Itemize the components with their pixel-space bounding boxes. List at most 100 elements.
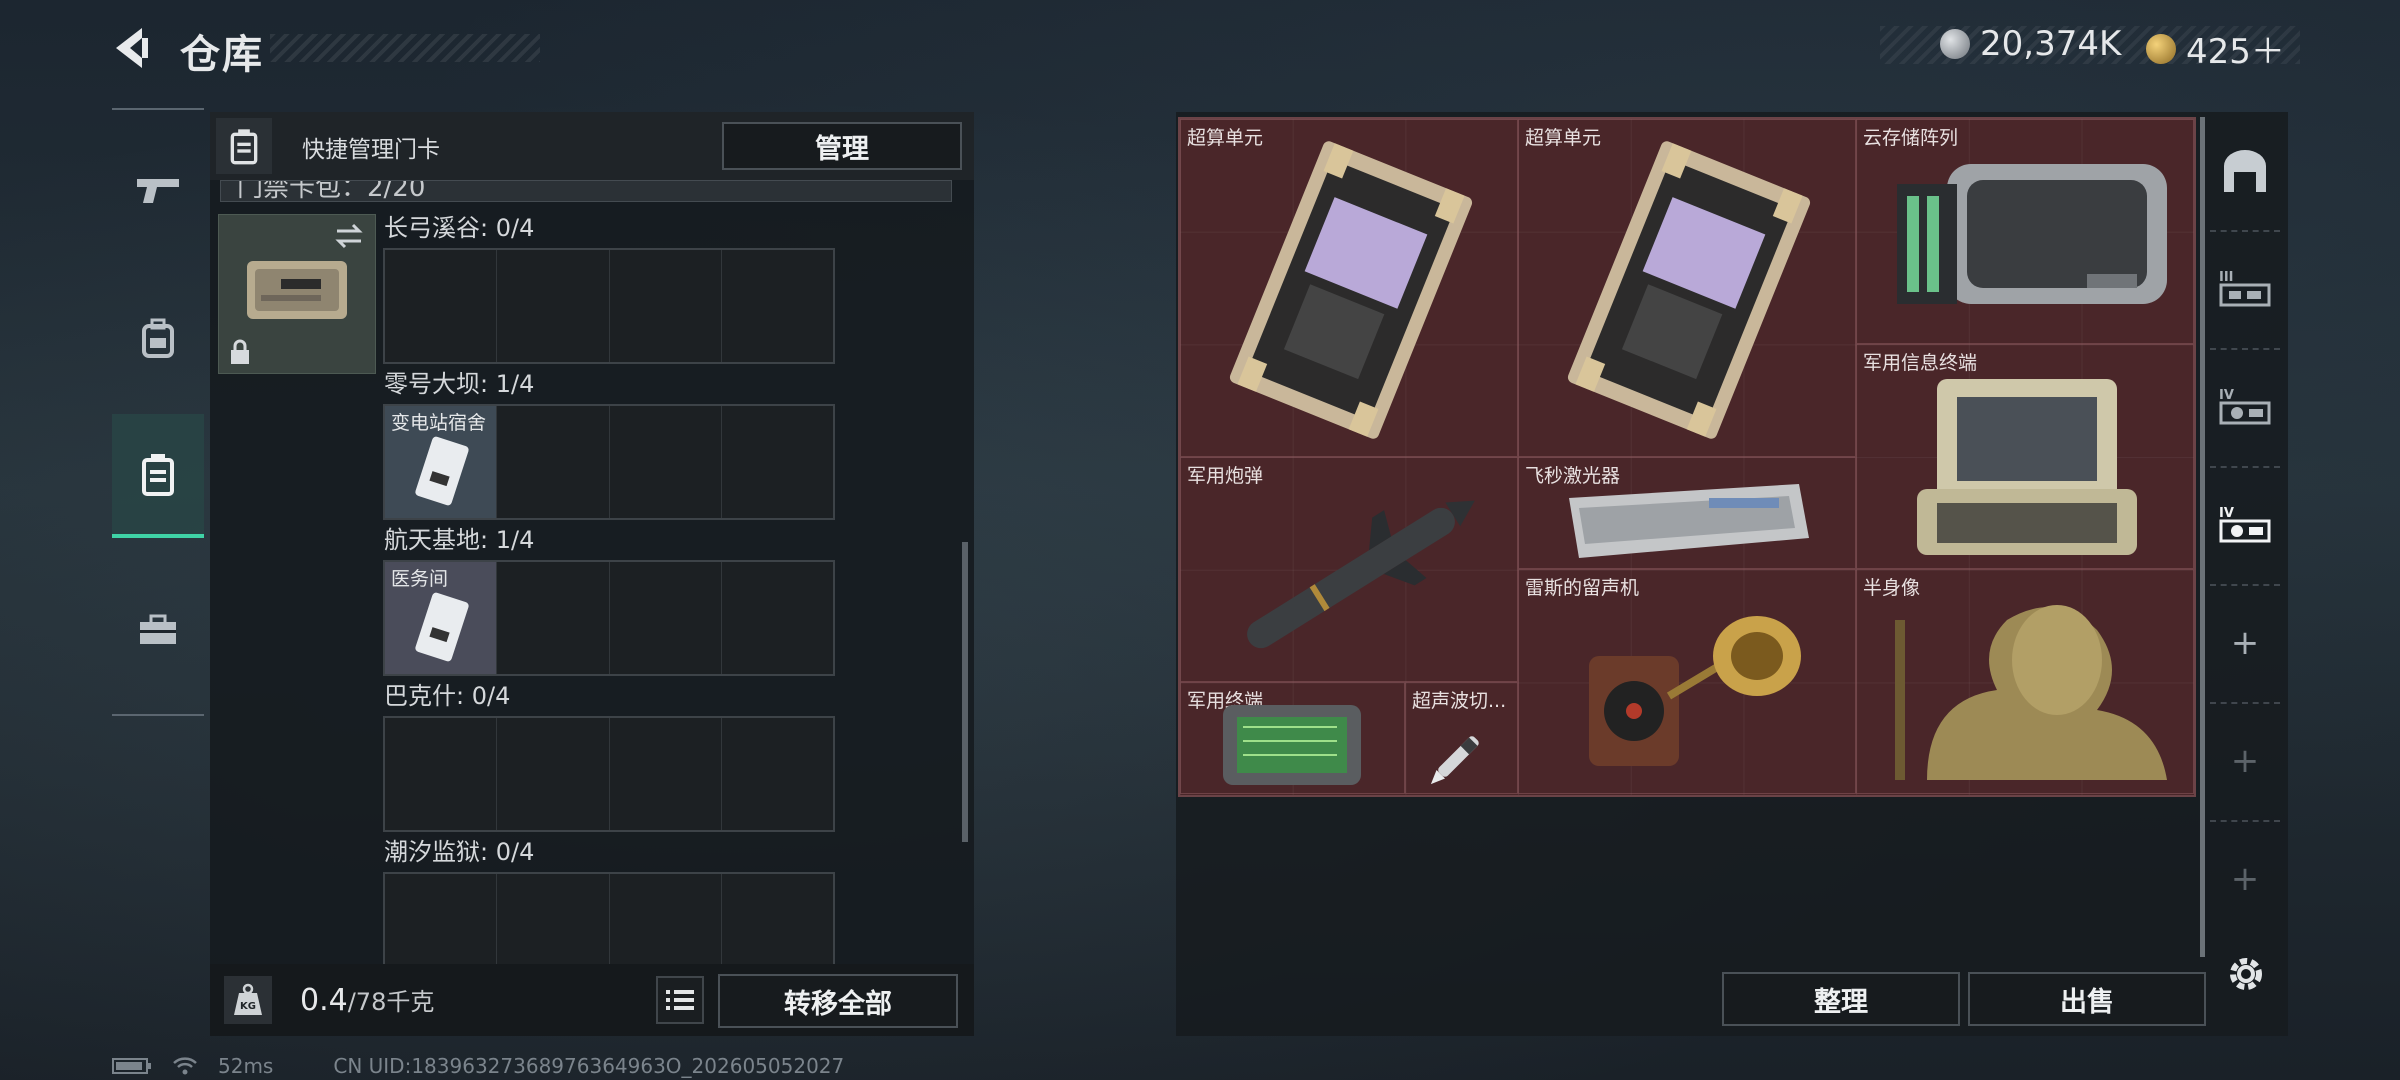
add-stash-tab[interactable]: + — [2210, 584, 2280, 704]
back-arrow-icon[interactable] — [112, 26, 152, 70]
item-name: 雷斯的留声机 — [1525, 577, 1640, 599]
nav-keycards[interactable] — [112, 414, 204, 538]
keycard-slot-filled[interactable]: 医务间 — [385, 562, 498, 674]
stash-item[interactable]: 超声波切... — [1405, 682, 1518, 794]
svg-text:KG: KG — [240, 1001, 256, 1012]
stash-scrollbar[interactable] — [2200, 117, 2205, 957]
compute-unit-icon — [1567, 141, 1811, 439]
keycard-case-icon — [216, 118, 272, 174]
keycard-slot[interactable] — [609, 562, 722, 674]
nav-toolbox[interactable] — [112, 570, 204, 690]
stash-level-3-icon: III — [2219, 270, 2271, 307]
toolbox-icon — [140, 614, 176, 644]
keycard-panel-title: 快捷管理门卡 — [302, 137, 440, 163]
keycard-slot[interactable] — [385, 718, 498, 830]
keycard-slot[interactable] — [609, 250, 722, 362]
swap-icon[interactable] — [333, 223, 365, 249]
keycard-slot[interactable] — [497, 718, 610, 830]
silver-amount: 20,374K — [1980, 24, 2122, 64]
plus-icon: + — [2230, 859, 2260, 899]
keycard-slot[interactable] — [497, 562, 610, 674]
bust-icon — [1895, 605, 2167, 780]
section-label-bakshi: 巴克什: 0/4 — [384, 682, 511, 710]
keycard-case-item[interactable] — [218, 214, 376, 374]
weight-value: 0.4 — [300, 983, 348, 1018]
keycard-slot[interactable] — [385, 250, 498, 362]
keycard-panel-footer: KG 0.4/78千克 转移全部 — [210, 964, 974, 1036]
section-label-tidal-prison: 潮汐监狱: 0/4 — [384, 838, 535, 866]
keycard-icon — [415, 592, 469, 662]
transfer-all-button[interactable]: 转移全部 — [718, 974, 958, 1028]
stash-home-tab[interactable] — [2210, 112, 2280, 232]
item-name: 超声波切... — [1412, 690, 1507, 712]
keycard-slot[interactable] — [721, 406, 833, 518]
keycard-scrollbar[interactable] — [962, 542, 968, 842]
section-label-space-base: 航天基地: 1/4 — [384, 526, 535, 554]
keycard-case-icon — [142, 454, 174, 496]
stash-item[interactable]: 军用终端 — [1180, 682, 1405, 794]
weight-capacity: /78千克 — [347, 988, 435, 1016]
keycard-slot[interactable] — [721, 718, 833, 830]
keycard-slot[interactable] — [497, 406, 610, 518]
stash-grid: 超算单元 超算单元 云存储阵列 军用信息终端 军用炮弹 飞秒激光器 雷斯的留声机… — [1178, 117, 2196, 797]
keycard-slot[interactable] — [721, 874, 833, 966]
weight-kg-icon: KG — [224, 976, 272, 1024]
sell-button[interactable]: 出售 — [1968, 972, 2206, 1026]
manage-button[interactable]: 管理 — [722, 122, 962, 170]
gramophone-icon — [1589, 616, 1801, 766]
stash-item[interactable]: 军用炮弹 — [1180, 457, 1518, 682]
nav-weapons[interactable] — [112, 130, 204, 250]
stash-item[interactable]: 半身像 — [1856, 569, 2194, 794]
stash-tab-level-4-active[interactable]: IV — [2210, 466, 2280, 586]
left-category-nav — [112, 108, 204, 716]
stash-tab-level-4[interactable]: IV — [2210, 348, 2280, 468]
add-stash-tab-disabled: + — [2210, 702, 2280, 822]
stash-item[interactable]: 雷斯的留声机 — [1518, 569, 1856, 794]
level-4-label: IV — [2219, 388, 2234, 403]
pistol-icon — [137, 179, 179, 203]
stash-item[interactable]: 云存储阵列 — [1856, 119, 2194, 344]
add-stash-tab-disabled: + — [2210, 820, 2280, 938]
keycard-slot[interactable] — [609, 718, 722, 830]
keycard-slot[interactable] — [385, 874, 498, 966]
stash-level-4-icon: IV — [2219, 506, 2271, 543]
stash-item[interactable]: 飞秒激光器 — [1518, 457, 1856, 569]
stash-level-4-icon: IV — [2219, 388, 2271, 425]
military-terminal-icon — [1917, 379, 2137, 555]
keycard-icon — [415, 436, 469, 506]
warehouse-icon — [2224, 150, 2266, 192]
silver-coin-icon — [1940, 29, 1970, 59]
weight-display: 0.4/78千克 — [300, 982, 434, 1018]
keycard-slot[interactable] — [721, 250, 833, 362]
plus-icon: + — [2230, 623, 2260, 663]
ultrasonic-cutter-icon — [1430, 736, 1479, 785]
femtosecond-laser-icon — [1569, 484, 1809, 558]
level-4-label: IV — [2219, 506, 2234, 521]
backpack-icon — [142, 318, 174, 358]
keycard-slot[interactable] — [721, 562, 833, 674]
military-terminal-small-icon — [1223, 705, 1361, 785]
sort-button[interactable]: 整理 — [1722, 972, 1960, 1026]
cloud-storage-array-icon — [1897, 164, 2167, 304]
silver-currency[interactable]: 20,374K — [1940, 24, 2121, 64]
keycard-slot[interactable] — [609, 874, 722, 966]
gold-amount: 425＋ — [2186, 32, 2285, 72]
stash-item[interactable]: 超算单元 — [1180, 119, 1518, 457]
stash-item[interactable]: 军用信息终端 — [1856, 344, 2194, 569]
gold-currency[interactable]: 425＋ — [2146, 24, 2285, 73]
settings-gear-icon[interactable] — [2224, 952, 2268, 996]
nav-backpack[interactable] — [112, 278, 204, 398]
stash-tab-level-3[interactable]: III — [2210, 230, 2280, 350]
status-bar: 52ms CN UID:18396327368976364963O_202605… — [112, 1054, 844, 1078]
keycard-slot[interactable] — [497, 874, 610, 966]
stash-item[interactable]: 超算单元 — [1518, 119, 1856, 457]
keycard-slot[interactable] — [497, 250, 610, 362]
keycard-name: 变电站宿舍 — [391, 412, 487, 434]
keycard-panel: 快捷管理门卡 管理 门禁卡包：2/20 长弓溪谷: 0/4 零号大坝: 1/4 … — [210, 112, 974, 1036]
keycard-slot-filled[interactable]: 变电站宿舍 — [385, 406, 498, 518]
keycard-slots-space-base: 医务间 — [383, 560, 835, 676]
list-view-button[interactable] — [656, 976, 704, 1024]
gold-coin-icon — [2146, 33, 2176, 64]
keycard-panel-header: 快捷管理门卡 管理 — [210, 112, 974, 180]
keycard-slot[interactable] — [609, 406, 722, 518]
